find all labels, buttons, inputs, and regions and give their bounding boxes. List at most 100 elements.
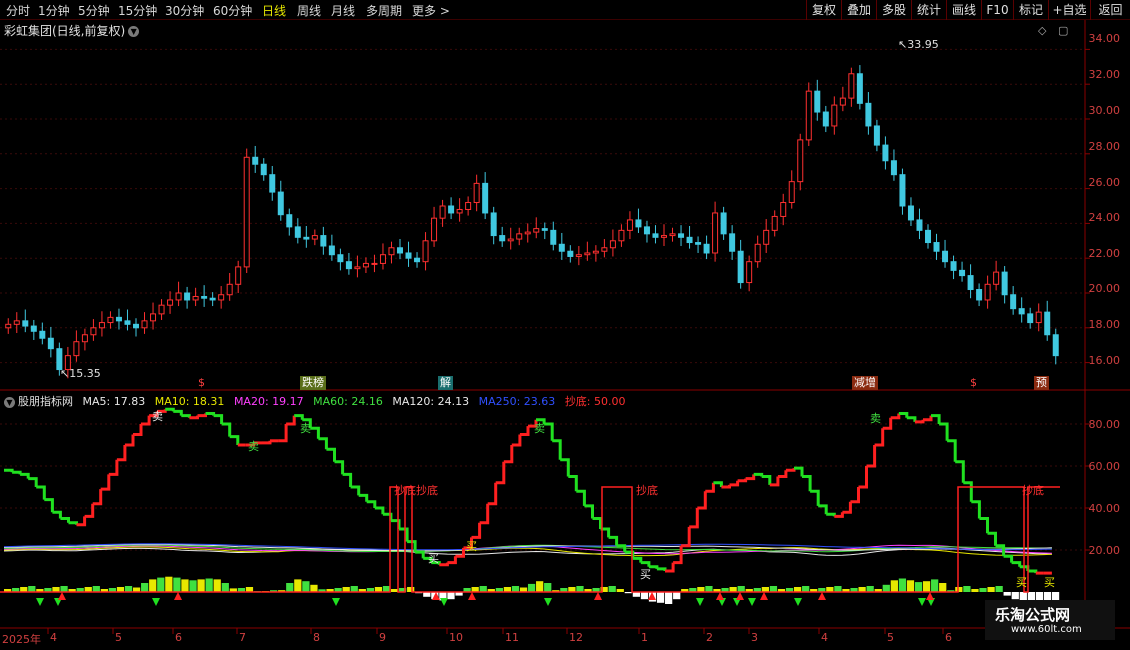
up-arrow-icon: [174, 592, 182, 600]
event-marker[interactable]: 解: [438, 376, 453, 390]
indicator-main-line: [286, 415, 296, 426]
candle-body: [158, 304, 165, 315]
histogram-bar: [979, 588, 987, 592]
candle-body: [115, 316, 122, 322]
indicator-main-line: [882, 417, 893, 430]
event-marker[interactable]: $: [968, 376, 979, 390]
indicator-main-line: [939, 422, 949, 441]
event-marker[interactable]: 减增: [852, 376, 878, 390]
x-tick: 1: [641, 631, 648, 644]
candle-body: [507, 238, 514, 242]
candle-body: [916, 219, 923, 231]
indicator-main-line: [1011, 561, 1022, 567]
event-marker[interactable]: 预: [1034, 376, 1049, 390]
histogram-bar: [221, 583, 229, 592]
histogram-bar: [141, 583, 149, 592]
indicator-main-line: [124, 434, 135, 447]
indicator-main-line: [342, 472, 353, 487]
candle-body: [601, 247, 608, 252]
candle-body: [47, 337, 54, 350]
indicator-main-line: [76, 516, 87, 527]
down-arrow-icon: [918, 598, 926, 606]
indicator-name: 股朋指标网: [18, 395, 73, 408]
candle-body: [39, 330, 46, 339]
histogram-bar: [673, 592, 681, 600]
chaodi-signal-label: 抄底抄底: [394, 484, 438, 497]
chaodi-signal-label: 抄底: [1022, 484, 1044, 497]
diamond-icon[interactable]: ◇: [1038, 24, 1046, 37]
candle-body: [661, 235, 667, 238]
candle-body: [729, 233, 736, 252]
indicator-main-line: [656, 567, 667, 571]
histogram-bar: [197, 579, 205, 592]
indicator-main-line: [334, 460, 345, 475]
candle-body: [141, 320, 148, 329]
event-marker[interactable]: 跌榜: [300, 376, 326, 390]
chevron-down-icon[interactable]: ▼: [128, 26, 140, 37]
x-tick: 9: [379, 631, 386, 644]
candle-body: [567, 250, 574, 257]
x-tick: 4: [821, 631, 828, 644]
candle-body: [269, 174, 276, 193]
histogram-bar: [286, 583, 294, 592]
candle-body: [618, 229, 625, 242]
indicator-main-line: [487, 482, 498, 506]
up-arrow-icon: [926, 592, 934, 600]
candle-body: [209, 297, 216, 301]
candle-body: [252, 156, 259, 165]
indicator-main-line: [68, 521, 78, 525]
indicator-main-line: [608, 535, 619, 546]
candle-body: [950, 261, 957, 271]
x-tick: 7: [239, 631, 246, 644]
candle-body: [243, 156, 250, 268]
indicator-main-line: [221, 422, 232, 437]
histogram-bar: [640, 592, 649, 600]
indicator-main-line: [1027, 569, 1038, 574]
indicator-main-line: [471, 522, 482, 539]
indicator-main-line: [229, 435, 240, 445]
indicator-main-line: [689, 508, 699, 529]
indicator-main-line: [560, 458, 570, 477]
candle-body: [260, 163, 267, 176]
candle-body: [737, 250, 744, 284]
candle-body: [473, 182, 480, 204]
x-tick: 4: [50, 631, 57, 644]
candle-body: [328, 245, 335, 256]
candle-body: [354, 266, 361, 270]
candle-body: [771, 215, 778, 231]
candle-body: [652, 233, 659, 238]
histogram-bar: [608, 586, 616, 592]
indicator-main-line: [632, 556, 643, 563]
candle-body: [482, 182, 489, 214]
down-arrow-icon: [544, 598, 552, 606]
indicator-main-line: [519, 426, 530, 436]
legend-ma20: MA20: 19.17: [233, 395, 304, 408]
watermark-title: 乐淘公式网: [995, 606, 1071, 624]
histogram-bar: [350, 586, 358, 592]
indicator-y-tick: 40.00: [1088, 502, 1121, 515]
indicator-main-line: [511, 434, 522, 447]
candle-body: [431, 217, 438, 242]
histogram-bar: [92, 586, 100, 592]
watermark: 乐淘公式网 www.60lt.com: [985, 600, 1115, 640]
expand-icon[interactable]: ▢: [1058, 24, 1068, 37]
buy-label: 买: [428, 552, 439, 565]
histogram-bar: [544, 583, 552, 592]
candle-body: [907, 205, 914, 221]
chaodi-pulse-line: [0, 486, 1060, 593]
candle-body: [984, 283, 991, 301]
candle-body: [643, 226, 650, 235]
candle-body: [167, 299, 174, 306]
candle-body: [1035, 311, 1042, 324]
histogram-bar: [124, 586, 133, 592]
stock-chart[interactable]: [0, 0, 1130, 650]
candle-body: [98, 322, 105, 329]
low-price-label: ↖15.35: [60, 367, 101, 380]
chevron-down-icon[interactable]: ▼: [4, 396, 15, 408]
indicator-main-line: [923, 415, 933, 422]
histogram-bar: [656, 592, 665, 603]
event-marker[interactable]: $: [196, 376, 207, 390]
legend-ma120: MA120: 24.13: [392, 395, 470, 408]
candle-body: [856, 73, 863, 104]
indicator-main-line: [28, 477, 38, 487]
